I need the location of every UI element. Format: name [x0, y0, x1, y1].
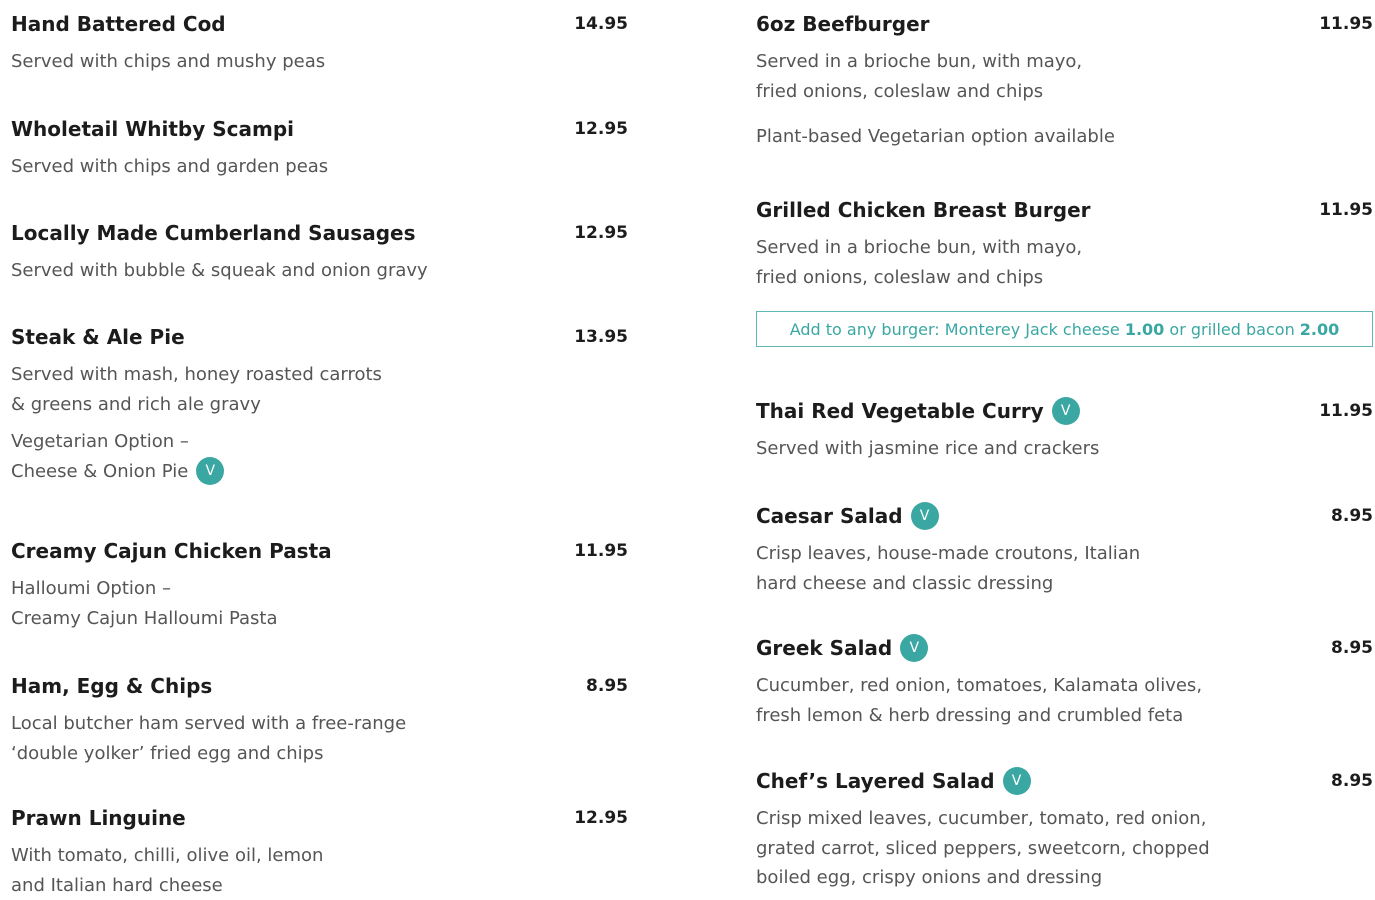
item-name: Prawn Linguine [11, 806, 186, 830]
item-description: Served in a brioche bun, with mayo, frie… [756, 237, 1083, 288]
vegetarian-icon: V [900, 634, 929, 662]
item-description: Served with bubble & squeak and onion gr… [11, 260, 428, 281]
item-description: Served with chips and mushy peas [11, 51, 326, 72]
item-name: Caesar Salad V [756, 502, 939, 530]
menu-item: 6oz Beefburger 11.95 Served in a brioche… [756, 11, 1373, 152]
item-price: 11.95 [574, 541, 628, 561]
item-name: Steak & Ale Pie [11, 325, 185, 349]
vegetarian-icon: V [1051, 397, 1080, 425]
item-name: Greek Salad V [756, 634, 929, 662]
menu-item: Creamy Cajun Chicken Pasta 11.95 Halloum… [11, 538, 628, 633]
item-price: 11.95 [1319, 401, 1373, 421]
item-price: 12.95 [574, 223, 628, 243]
item-name: Wholetail Whitby Scampi [11, 117, 294, 141]
item-name: Hand Battered Cod [11, 12, 226, 36]
menu-item: Grilled Chicken Breast Burger 11.95 Serv… [756, 197, 1373, 292]
menu-item: Steak & Ale Pie 13.95 Served with mash, … [11, 324, 628, 486]
item-name: Creamy Cajun Chicken Pasta [11, 539, 332, 563]
vegetarian-option-note: Vegetarian Option – Cheese & Onion Pie V [11, 427, 628, 486]
item-price: 12.95 [574, 808, 628, 828]
item-price: 11.95 [1319, 200, 1373, 220]
addon-price-cheese: 1.00 [1124, 319, 1165, 339]
item-name: 6oz Beefburger [756, 12, 930, 36]
item-description: Cucumber, red onion, tomatoes, Kalamata … [756, 675, 1203, 726]
item-price: 8.95 [1331, 771, 1373, 791]
menu-item: Chef’s Layered Salad V 8.95 Crisp mixed … [756, 767, 1373, 893]
vegetarian-icon: V [1002, 767, 1031, 795]
menu-item: Thai Red Vegetable Curry V 11.95 Served … [756, 397, 1373, 464]
menu-item: Greek Salad V 8.95 Cucumber, red onion, … [756, 634, 1373, 730]
vegetarian-option-note: Plant-based Vegetarian option available [756, 126, 1115, 147]
item-price: 8.95 [1331, 638, 1373, 658]
item-description: Crisp leaves, house-made croutons, Itali… [756, 543, 1141, 594]
menu-item: Locally Made Cumberland Sausages 12.95 S… [11, 220, 628, 286]
menu-item: Prawn Linguine 12.95 With tomato, chilli… [11, 805, 628, 900]
item-description: Served with mash, honey roasted carrots … [11, 364, 382, 415]
addon-price-bacon: 2.00 [1299, 319, 1340, 339]
item-price: 12.95 [574, 119, 628, 139]
item-name: Locally Made Cumberland Sausages [11, 221, 416, 245]
menu-item: Wholetail Whitby Scampi 12.95 Served wit… [11, 116, 628, 182]
item-price: 8.95 [1331, 506, 1373, 526]
item-description: Local butcher ham served with a free-ran… [11, 713, 407, 764]
vegetarian-icon: V [910, 502, 939, 530]
item-price: 14.95 [574, 14, 628, 34]
item-description: Crisp mixed leaves, cucumber, tomato, re… [756, 808, 1210, 888]
item-description: Served in a brioche bun, with mayo, frie… [756, 51, 1083, 102]
item-price: 8.95 [586, 676, 628, 696]
menu-item: Hand Battered Cod 14.95 Served with chip… [11, 11, 628, 77]
item-price: 13.95 [574, 327, 628, 347]
item-description: With tomato, chilli, olive oil, lemon an… [11, 845, 324, 896]
menu-item: Caesar Salad V 8.95 Crisp leaves, house-… [756, 502, 1373, 598]
item-name: Chef’s Layered Salad V [756, 767, 1031, 795]
menu-item: Ham, Egg & Chips 8.95 Local butcher ham … [11, 673, 628, 768]
item-description: Halloumi Option – Creamy Cajun Halloumi … [11, 578, 278, 629]
burger-addon-box: Add to any burger: Monterey Jack cheese … [756, 311, 1373, 347]
item-description: Served with chips and garden peas [11, 156, 329, 177]
item-description: Served with jasmine rice and crackers [756, 438, 1100, 459]
item-name: Ham, Egg & Chips [11, 674, 213, 698]
vegetarian-icon: V [196, 457, 225, 486]
item-name: Thai Red Vegetable Curry V [756, 397, 1080, 425]
item-price: 11.95 [1319, 14, 1373, 34]
item-name: Grilled Chicken Breast Burger [756, 198, 1091, 222]
